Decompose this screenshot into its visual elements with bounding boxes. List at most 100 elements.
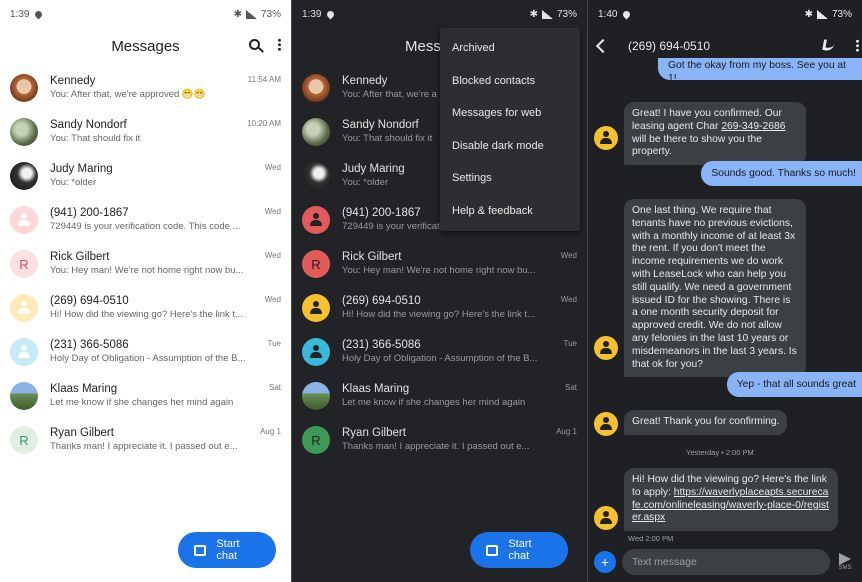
conversation-row[interactable]: (231) 366-5086 Holy Day of Obligation - A… xyxy=(0,332,291,376)
start-chat-button[interactable]: Start chat xyxy=(470,532,568,568)
conversation-text: (269) 694-0510 Hi! How did the viewing go… xyxy=(342,294,577,321)
conversation-text: (231) 366-5086 Holy Day of Obligation - A… xyxy=(50,338,281,365)
message-snippet: Thanks man! I appreciate it. I passed ou… xyxy=(342,441,530,452)
conversation-time: Wed xyxy=(264,207,281,216)
conversation-row[interactable]: Klaas Maring Let me know if she changes h… xyxy=(292,376,587,420)
menu-item[interactable]: Blocked contacts xyxy=(440,65,580,98)
message-input[interactable]: Text message xyxy=(622,549,830,575)
menu-item[interactable]: Messages for web xyxy=(440,97,580,130)
conversation-text: Judy Maring You: *older xyxy=(50,162,281,189)
avatar xyxy=(10,162,38,190)
signal-icon xyxy=(541,9,553,19)
conversation-time: Sat xyxy=(564,383,577,392)
conversation-row[interactable]: Klaas Maring Let me know if she changes h… xyxy=(0,376,291,420)
chat-icon xyxy=(194,544,207,556)
conversation-row[interactable]: Judy Maring You: *older Wed xyxy=(0,156,291,200)
menu-item[interactable]: Archived xyxy=(440,32,580,65)
person-icon xyxy=(18,301,30,315)
add-attachment-icon[interactable]: + xyxy=(594,551,616,573)
person-icon xyxy=(18,345,30,359)
avatar xyxy=(10,206,38,234)
conversation-time: Wed xyxy=(264,251,281,260)
conversation-row[interactable]: (269) 694-0510 Hi! How did the viewing go… xyxy=(292,288,587,332)
avatar xyxy=(302,74,330,102)
avatar xyxy=(10,74,38,102)
signal-icon xyxy=(816,9,828,19)
conversation-time: Tue xyxy=(563,339,578,348)
sent-message: Got the okay from my boss. See you at 1! xyxy=(658,58,862,80)
person-icon xyxy=(310,301,322,315)
send-label: SMS xyxy=(838,565,852,571)
signal-icon xyxy=(245,9,257,19)
message-text: Yep - that all sounds great xyxy=(736,379,856,390)
avatar xyxy=(302,382,330,410)
phone-link[interactable]: 269-349-2686 xyxy=(721,121,785,132)
avatar xyxy=(10,294,38,322)
message-snippet: You: After that, we're approved 😁😁 xyxy=(50,89,206,100)
conversation-row[interactable]: R Rick Gilbert You: Hey man! We're not hom… xyxy=(292,244,587,288)
conversation-text: Rick Gilbert You: Hey man! We're not home… xyxy=(342,250,577,277)
contact-name: Rick Gilbert xyxy=(50,251,110,263)
message-snippet: Let me know if she changes her mind agai… xyxy=(50,397,234,408)
page-title: Messages xyxy=(111,37,180,55)
conversation-text: (231) 366-5086 Holy Day of Obligation - A… xyxy=(342,338,577,365)
message-text: One last thing. We require that tenants … xyxy=(632,205,797,370)
message-placeholder: Text message xyxy=(632,556,697,568)
conversation-row[interactable]: (231) 366-5086 Holy Day of Obligation - A… xyxy=(292,332,587,376)
start-chat-label: Start chat xyxy=(508,538,532,562)
conversation-list-dark: 1:39 ✱ 73% Messa Kennedy You: After that, … xyxy=(291,0,587,582)
conversation-text: (941) 200-1867 729449 is your verificatio… xyxy=(50,206,281,233)
conversation-time: Aug 1 xyxy=(556,427,577,436)
menu-item[interactable]: Disable dark mode xyxy=(440,130,580,163)
sent-message: Sounds good. Thanks so much! xyxy=(701,161,862,186)
conversation-list-light: 1:39 ✱ 73% Messages Kennedy You: After tha… xyxy=(0,0,291,582)
contact-name: Rick Gilbert xyxy=(342,251,402,263)
start-chat-button[interactable]: Start chat xyxy=(178,532,276,568)
menu-item[interactable]: Help & feedback xyxy=(440,195,580,228)
conversation-time: 11:54 AM xyxy=(247,75,281,84)
avatar xyxy=(302,162,330,190)
battery-level: 73% xyxy=(260,8,281,20)
conversation-row[interactable]: Kennedy You: After that, we're approved 😁… xyxy=(0,68,291,112)
app-header: Messages xyxy=(0,28,291,64)
battery-level: 73% xyxy=(556,8,577,20)
conversation-list: Kennedy You: After that, we're approved 😁… xyxy=(0,68,291,464)
message-snippet: You: *older xyxy=(50,177,97,188)
contact-avatar xyxy=(594,126,618,150)
contact-avatar xyxy=(594,412,618,436)
more-options-icon[interactable] xyxy=(278,38,281,51)
conversation-time: Aug 1 xyxy=(260,427,281,436)
conversation-row[interactable]: R Ryan Gilbert Thanks man! I appreciate it… xyxy=(0,420,291,464)
contact-name: (941) 200-1867 xyxy=(50,207,129,219)
conversation-time: Tue xyxy=(267,339,282,348)
avatar xyxy=(10,338,38,366)
message-snippet: You: That should fix it xyxy=(50,133,141,144)
phone-icon[interactable] xyxy=(822,39,835,52)
avatar xyxy=(10,118,38,146)
search-icon[interactable] xyxy=(249,39,260,50)
contact-title: (269) 694-0510 xyxy=(628,39,711,53)
more-options-icon[interactable] xyxy=(856,39,859,52)
bluetooth-icon: ✱ xyxy=(529,8,538,20)
status-time: 1:40 xyxy=(598,8,618,20)
conversation-row[interactable]: (269) 694-0510 Hi! How did the viewing go… xyxy=(0,288,291,332)
location-icon xyxy=(326,9,336,19)
send-button[interactable]: SMS xyxy=(834,553,856,571)
conversation-row[interactable]: Sandy Nondorf You: That should fix it 10:2… xyxy=(0,112,291,156)
contact-name: (269) 694-0510 xyxy=(342,295,421,307)
avatar xyxy=(302,118,330,146)
person-icon xyxy=(18,213,30,227)
message-snippet: Hi! How did the viewing go? Here's the l… xyxy=(342,309,535,320)
location-icon xyxy=(34,9,44,19)
back-arrow-icon[interactable] xyxy=(595,38,611,54)
conversation-row[interactable]: R Ryan Gilbert Thanks man! I appreciate it… xyxy=(292,420,587,464)
person-icon xyxy=(600,131,612,145)
avatar xyxy=(10,382,38,410)
overflow-menu: Archived Blocked contacts Messages for web… xyxy=(440,28,580,231)
conversation-thread: 1:40 ✱ 73% (269) 694-0510 Got the okay fr… xyxy=(587,0,862,582)
person-icon xyxy=(600,511,612,525)
contact-avatar xyxy=(594,336,618,360)
conversation-row[interactable]: (941) 200-1867 729449 is your verificatio… xyxy=(0,200,291,244)
menu-item[interactable]: Settings xyxy=(440,162,580,195)
conversation-row[interactable]: R Rick Gilbert You: Hey man! We're not hom… xyxy=(0,244,291,288)
